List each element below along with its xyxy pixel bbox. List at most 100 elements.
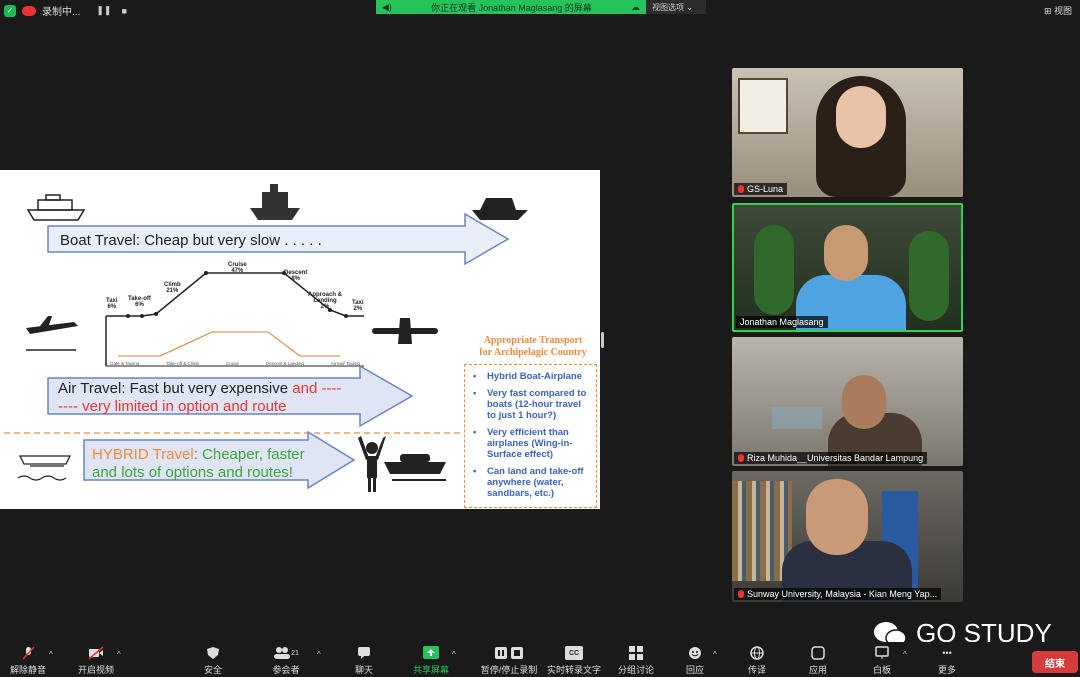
person-celebrating-icon — [358, 436, 386, 492]
flight-profile-chart — [105, 272, 364, 367]
participant-face — [842, 375, 886, 429]
interpretation-button[interactable]: 传译 — [727, 646, 787, 676]
participants-button[interactable]: 21 参会者 — [256, 646, 316, 676]
top-bar: ✓ 录制中... ❚❚ ■ ◀) 你正在观看 Jonathan Maglasan… — [0, 0, 1080, 20]
descent-pct: 8% — [291, 276, 300, 282]
cruise-pct: 47% — [231, 268, 244, 274]
participant-tile[interactable]: Sunway University, Malaysia - Kian Meng … — [732, 471, 963, 602]
jet-icon — [372, 318, 438, 344]
air-label-c: ---- very limited in option and route — [58, 398, 287, 415]
start-video-label: 开启视频 — [77, 665, 114, 675]
phase-label: Arrival/ Taxiing — [330, 361, 360, 366]
info-item: Hybrid Boat-Airplane — [473, 371, 592, 382]
seaplane-icon — [17, 455, 72, 481]
split-drag-handle[interactable] — [601, 332, 604, 348]
security-label: 安全 — [203, 665, 222, 675]
chevron-up-icon[interactable]: ^ — [452, 650, 456, 659]
record-button[interactable]: 暂停/停止录制 — [475, 646, 543, 676]
record-label: 暂停/停止录制 — [480, 665, 538, 675]
phase-label: Gate & Taxiing — [110, 361, 140, 366]
participant-name: GS-Luna — [747, 184, 784, 194]
climb-pct: 21% — [166, 288, 179, 294]
reactions-label: 回应 — [685, 665, 704, 675]
breakout-rooms-label: 分组讨论 — [617, 665, 654, 675]
phase-label: Cruise — [225, 361, 239, 366]
stop-recording-button[interactable]: ■ — [121, 6, 126, 16]
cloud-record-icon — [22, 5, 36, 16]
captions-icon: CC — [565, 646, 583, 660]
wall-decoration — [772, 407, 822, 429]
recording-indicator: ✓ 录制中... ❚❚ ■ — [4, 3, 127, 18]
chevron-up-icon[interactable]: ^ — [317, 650, 321, 659]
view-button-label: 视图 — [1053, 6, 1072, 16]
more-label: 更多 — [937, 665, 956, 675]
shield-icon[interactable]: ✓ — [4, 4, 16, 17]
share-screen-icon — [423, 646, 439, 660]
hybrid-label-b: : Cheaper, faster — [193, 446, 305, 463]
recording-label: 录制中... — [42, 7, 81, 18]
breakout-rooms-button[interactable]: 分组讨论 — [606, 646, 666, 676]
info-item: Can land and take-off anywhere (water, s… — [473, 466, 592, 499]
whiteboard-icon — [874, 646, 890, 660]
chat-icon — [356, 646, 372, 660]
chat-button[interactable]: 聊天 — [334, 646, 394, 676]
shield-icon — [205, 646, 221, 660]
grid-icon: ⊞ — [1043, 6, 1054, 16]
participant-name-tag: Sunway University, Malaysia - Kian Meng … — [734, 588, 942, 600]
participant-face — [824, 225, 868, 281]
info-item: Very fast compared to boats (12-hour tra… — [473, 388, 592, 421]
air-label-b: and ---- — [292, 380, 342, 397]
end-meeting-button[interactable]: 结束 — [1032, 651, 1078, 673]
view-button[interactable]: ⊞ 视图 — [1044, 4, 1072, 17]
pause-recording-button[interactable]: ❚❚ — [96, 5, 111, 16]
participant-tile[interactable]: GS-Luna — [732, 68, 963, 197]
apps-icon — [810, 646, 826, 660]
participant-name-tag: GS-Luna — [734, 183, 788, 195]
participant-tile[interactable]: Riza Muhida__Universitas Bandar Lampung — [732, 337, 963, 466]
globe-icon — [749, 646, 765, 660]
participant-tile-active-speaker[interactable]: Jonathan Maglasang — [732, 203, 963, 332]
chat-label: 聊天 — [354, 665, 373, 675]
chevron-up-icon[interactable]: ^ — [713, 650, 717, 659]
cloud-icon: ☁ — [631, 1, 640, 12]
participant-name: Sunway University, Malaysia - Kian Meng … — [747, 589, 938, 599]
boat-travel-label: Boat Travel: Cheap but very slow . . . .… — [60, 232, 322, 249]
muted-mic-icon — [738, 454, 744, 462]
pause-stop-icon — [494, 646, 524, 660]
yacht-icon — [472, 198, 528, 220]
chevron-up-icon[interactable]: ^ — [117, 650, 121, 659]
info-title-2: for Archipelagic Country — [479, 347, 587, 358]
viewing-text: 你正在观看 Jonathan Maglasang 的屏幕 — [431, 2, 592, 13]
plant-left — [754, 225, 794, 315]
muted-mic-icon — [738, 590, 744, 598]
phase-labels: Gate & Taxiing Take-off & Climb Cruise D… — [110, 361, 360, 366]
participant-name: Riza Muhida__Universitas Bandar Lampung — [747, 453, 924, 463]
air-travel-label: Air Travel: Fast but very expensive and … — [58, 380, 341, 416]
participant-name: Jonathan Maglasang — [740, 317, 824, 327]
participant-face — [836, 86, 886, 148]
info-box: Hybrid Boat-Airplane Very fast compared … — [464, 364, 597, 508]
taxi-pct-2: 2% — [353, 306, 363, 312]
phase-label: Take-off & Climb — [166, 361, 200, 366]
participant-face — [806, 479, 868, 555]
breakout-grid-icon — [628, 646, 644, 660]
live-transcript-button[interactable]: CC 实时转录文字 — [543, 646, 605, 676]
meeting-toolbar: 解除静音 ^ 开启视频 ^ 安全 21 参会者 ^ 聊天 共享屏幕 ^ 暂停/停… — [0, 642, 1080, 677]
phase-label: Descent & Landing — [265, 361, 304, 366]
smiley-icon — [687, 646, 703, 660]
participants-icon: 21 — [271, 646, 301, 660]
cruise-ship-icon — [26, 194, 86, 221]
chevron-up-icon[interactable]: ^ — [49, 650, 53, 659]
participants-count: 21 — [291, 649, 299, 657]
chevron-up-icon[interactable]: ^ — [903, 650, 907, 659]
takeoff-pct: 6% — [135, 302, 144, 308]
security-button[interactable]: 安全 — [183, 646, 243, 676]
live-transcript-label: 实时转录文字 — [546, 665, 601, 675]
info-item: Very efficient than airplanes (Wing-in-S… — [473, 427, 592, 460]
share-screen-label: 共享屏幕 — [412, 665, 449, 675]
view-options-button[interactable]: 视图选项 ⌄ — [646, 0, 706, 14]
more-button[interactable]: ••• 更多 — [917, 646, 977, 676]
altitude-line — [118, 331, 340, 357]
apps-button[interactable]: 应用 — [788, 646, 848, 676]
participants-label: 参会者 — [272, 665, 300, 675]
